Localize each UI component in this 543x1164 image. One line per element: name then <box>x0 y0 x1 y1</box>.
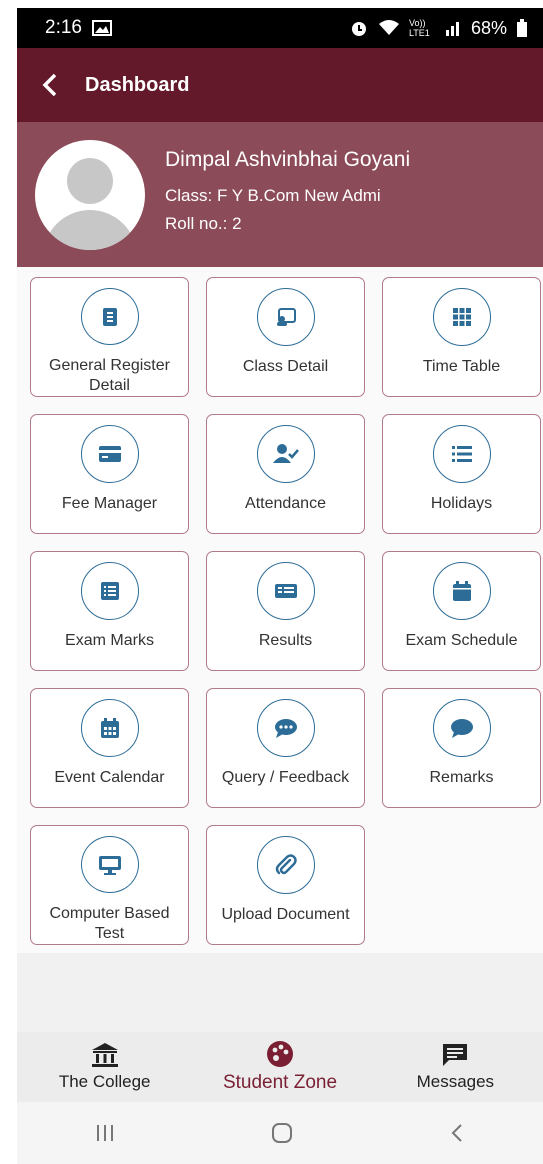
recent-apps-icon[interactable] <box>95 1124 115 1142</box>
tile-exam-marks[interactable]: Exam Marks <box>30 551 189 671</box>
paperclip-icon <box>275 854 297 875</box>
list-box-icon <box>100 582 119 600</box>
credit-card-icon <box>98 446 121 462</box>
chat-dots-icon <box>274 719 297 738</box>
app-screen: 2:16 Vo)) LTE1 68% Dashboard Dimpal Ashv… <box>17 8 543 1164</box>
monitor-icon <box>98 855 121 875</box>
tile-event-calendar[interactable]: Event Calendar <box>30 688 189 808</box>
tile-results[interactable]: Results <box>206 551 365 671</box>
tile-attendance[interactable]: Attendance <box>206 414 365 534</box>
page-title: Dashboard <box>85 73 190 96</box>
bank-icon <box>91 1043 118 1067</box>
alarm-icon <box>351 22 366 36</box>
nav-the-college[interactable]: The College <box>17 1032 192 1102</box>
message-icon <box>443 1044 468 1066</box>
nav-messages[interactable]: Messages <box>368 1032 543 1102</box>
tile-computer-based-test[interactable]: Computer Based Test <box>30 825 189 945</box>
calendar-grid-icon <box>100 718 119 738</box>
status-time: 2:16 <box>45 17 82 38</box>
chat-bubble-icon <box>450 719 473 738</box>
profile-card: Dimpal Ashvinbhai Goyani Class: F Y B.Co… <box>17 122 543 267</box>
tile-general-register-detail[interactable]: General Register Detail <box>30 277 189 397</box>
back-arrow-icon[interactable] <box>39 72 61 98</box>
list-icon <box>451 446 472 462</box>
palette-icon <box>266 1041 293 1067</box>
signal-icon <box>445 22 459 36</box>
tile-exam-schedule[interactable]: Exam Schedule <box>382 551 541 671</box>
user-check-icon <box>272 444 299 463</box>
classroom-icon <box>276 308 296 326</box>
student-roll: Roll no.: 2 <box>165 213 242 233</box>
avatar <box>35 139 145 250</box>
system-navigation-bar <box>17 1102 543 1164</box>
tile-holidays[interactable]: Holidays <box>382 414 541 534</box>
tile-fee-manager[interactable]: Fee Manager <box>30 414 189 534</box>
tile-upload-document[interactable]: Upload Document <box>206 825 365 945</box>
back-icon[interactable] <box>449 1123 465 1143</box>
student-class: Class: F Y B.Com New Admi <box>165 185 381 205</box>
battery-percent: 68% <box>470 17 507 38</box>
battery-icon <box>517 19 527 37</box>
calendar-icon <box>452 581 471 601</box>
contact-book-icon <box>102 307 117 326</box>
student-name: Dimpal Ashvinbhai Goyani <box>165 147 411 171</box>
gallery-notification-icon <box>91 20 112 36</box>
tile-remarks[interactable]: Remarks <box>382 688 541 808</box>
tile-class-detail[interactable]: Class Detail <box>206 277 365 397</box>
home-icon[interactable] <box>271 1122 293 1144</box>
status-bar: 2:16 Vo)) LTE1 68% <box>17 8 543 48</box>
dashboard-grid: General Register Detail Class Detail Tim… <box>17 267 543 953</box>
tile-query-feedback[interactable]: Query / Feedback <box>206 688 365 808</box>
wifi-icon <box>378 20 399 35</box>
bottom-navigation: The College Student Zone Messages <box>17 1032 543 1102</box>
network-label: Vo)) LTE1 <box>408 18 430 38</box>
receipt-icon <box>274 584 297 598</box>
tile-time-table[interactable]: Time Table <box>382 277 541 397</box>
nav-student-zone[interactable]: Student Zone <box>192 1032 367 1102</box>
app-bar: Dashboard <box>17 48 543 122</box>
grid-icon <box>452 308 471 326</box>
